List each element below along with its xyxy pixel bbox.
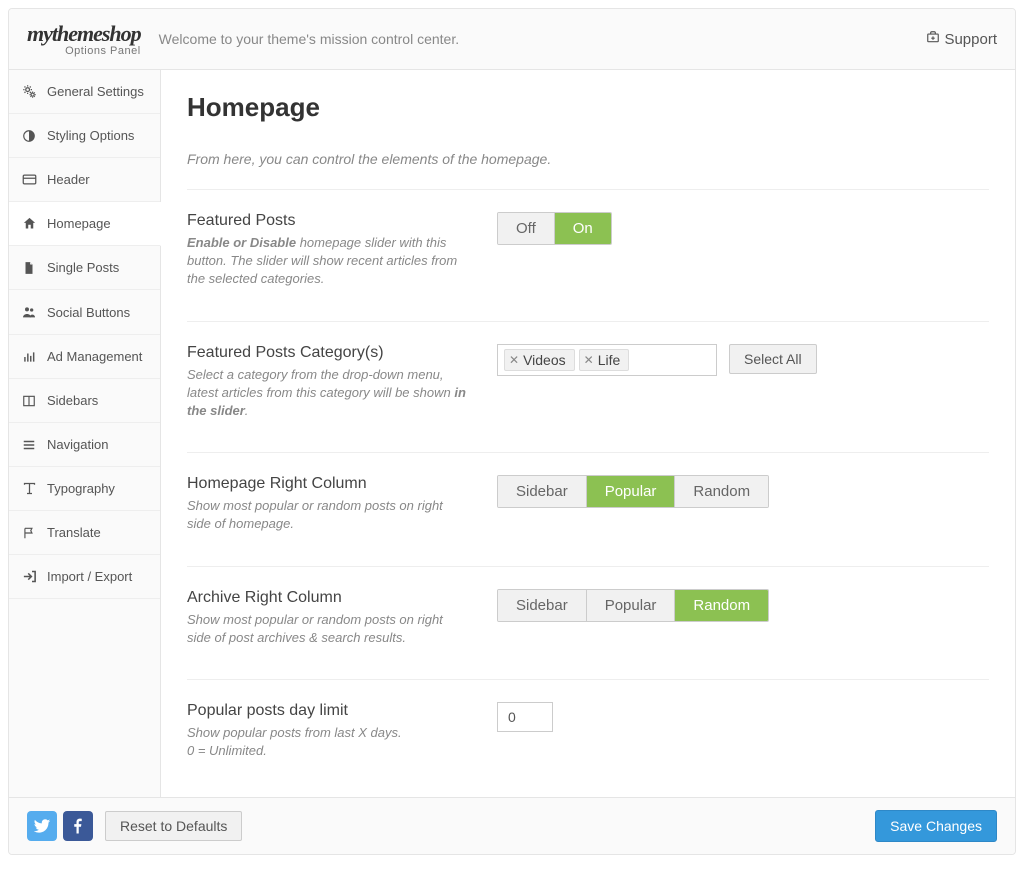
twitter-icon[interactable] (27, 811, 57, 841)
contrast-icon (21, 129, 37, 143)
section-desc: Show most popular or random posts on rig… (187, 497, 467, 533)
sidebar-item-social-buttons[interactable]: Social Buttons (9, 290, 160, 335)
toggle-on[interactable]: On (555, 213, 611, 244)
sidebar-item-sidebars[interactable]: Sidebars (9, 379, 160, 423)
medkit-icon (926, 30, 940, 48)
sidebar-item-label: Header (47, 172, 90, 187)
sidebar-item-label: Ad Management (47, 349, 142, 364)
section-desc: Enable or Disable homepage slider with t… (187, 234, 467, 289)
sidebar-item-header[interactable]: Header (9, 158, 160, 202)
home-icon (21, 216, 37, 231)
opt-random[interactable]: Random (675, 476, 768, 507)
opt-sidebar[interactable]: Sidebar (498, 476, 587, 507)
section-desc: Show most popular or random posts on rig… (187, 611, 467, 647)
remove-tag-icon[interactable]: ✕ (509, 353, 519, 367)
save-button[interactable]: Save Changes (875, 810, 997, 842)
section-title: Featured Posts (187, 212, 467, 230)
section-featured-posts: Featured Posts Enable or Disable homepag… (187, 212, 989, 322)
sidebar-item-single-posts[interactable]: Single Posts (9, 246, 160, 290)
archive-right-toggle: Sidebar Popular Random (497, 589, 769, 622)
signin-icon (21, 569, 37, 584)
page-desc: From here, you can control the elements … (187, 151, 989, 190)
section-archive-right: Archive Right Column Show most popular o… (187, 589, 989, 680)
sidebar-item-label: Sidebars (47, 393, 98, 408)
brand-sub: Options Panel (65, 45, 141, 57)
gears-icon (21, 84, 37, 99)
menu-icon (21, 438, 37, 452)
sidebar-item-label: Translate (47, 525, 101, 540)
opt-popular[interactable]: Popular (587, 590, 676, 621)
reset-button[interactable]: Reset to Defaults (105, 811, 242, 841)
page-title: Homepage (187, 92, 989, 123)
section-title: Popular posts day limit (187, 702, 467, 720)
file-icon (21, 261, 37, 275)
footer: Reset to Defaults Save Changes (9, 797, 1015, 854)
section-title: Homepage Right Column (187, 475, 467, 493)
section-title: Featured Posts Category(s) (187, 344, 467, 362)
sidebar-item-navigation[interactable]: Navigation (9, 423, 160, 467)
header-bar: mythemeshop Options Panel Welcome to you… (9, 9, 1015, 70)
content: Homepage From here, you can control the … (161, 70, 1015, 797)
sidebar-item-general-settings[interactable]: General Settings (9, 70, 160, 114)
flag-icon (21, 526, 37, 540)
opt-random[interactable]: Random (675, 590, 768, 621)
toggle-off[interactable]: Off (498, 213, 555, 244)
sidebar: General Settings Styling Options Header … (9, 70, 161, 797)
tag-videos: ✕Videos (504, 349, 575, 371)
opt-popular[interactable]: Popular (587, 476, 676, 507)
select-all-button[interactable]: Select All (729, 344, 817, 374)
sidebar-item-styling-options[interactable]: Styling Options (9, 114, 160, 158)
sidebar-item-import-export[interactable]: Import / Export (9, 555, 160, 599)
section-homepage-right: Homepage Right Column Show most popular … (187, 475, 989, 566)
welcome-text: Welcome to your theme's mission control … (159, 31, 927, 47)
tag-life: ✕Life (579, 349, 630, 371)
facebook-icon[interactable] (63, 811, 93, 841)
section-featured-categories: Featured Posts Category(s) Select a cate… (187, 344, 989, 454)
card-icon (21, 172, 37, 187)
sidebar-item-translate[interactable]: Translate (9, 511, 160, 555)
section-desc: Select a category from the drop-down men… (187, 366, 467, 421)
section-popular-limit: Popular posts day limit Show popular pos… (187, 702, 989, 792)
sidebar-item-label: Styling Options (47, 128, 134, 143)
type-icon (21, 481, 37, 496)
sidebar-item-ad-management[interactable]: Ad Management (9, 335, 160, 379)
section-desc: Show popular posts from last X days.0 = … (187, 724, 467, 760)
featured-toggle: Off On (497, 212, 612, 245)
popular-limit-input[interactable] (497, 702, 553, 732)
sidebar-item-label: Social Buttons (47, 305, 130, 320)
remove-tag-icon[interactable]: ✕ (584, 353, 594, 367)
brand: mythemeshop Options Panel (27, 21, 141, 57)
sidebar-item-homepage[interactable]: Homepage (9, 202, 161, 246)
brand-name: mythemeshop (27, 21, 141, 47)
sidebar-item-label: General Settings (47, 84, 144, 99)
bars-icon (21, 350, 37, 364)
sidebar-item-label: Navigation (47, 437, 108, 452)
sidebar-item-label: Single Posts (47, 260, 119, 275)
sidebar-item-typography[interactable]: Typography (9, 467, 160, 511)
opt-sidebar[interactable]: Sidebar (498, 590, 587, 621)
sidebar-item-label: Import / Export (47, 569, 132, 584)
columns-icon (21, 394, 37, 408)
support-link[interactable]: Support (926, 30, 997, 48)
category-tag-input[interactable]: ✕Videos ✕Life (497, 344, 717, 376)
section-title: Archive Right Column (187, 589, 467, 607)
sidebar-item-label: Typography (47, 481, 115, 496)
support-label: Support (944, 31, 997, 48)
home-right-toggle: Sidebar Popular Random (497, 475, 769, 508)
sidebar-item-label: Homepage (47, 216, 111, 231)
users-icon (21, 304, 37, 320)
